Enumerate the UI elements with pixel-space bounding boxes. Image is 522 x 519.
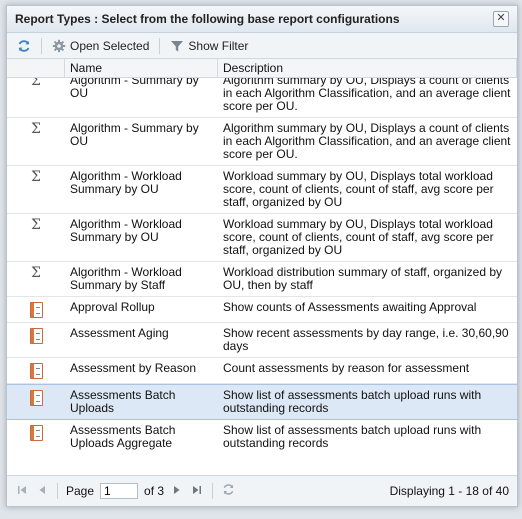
gear-icon — [52, 39, 66, 52]
row-description: Algorithm summary by OU, Displays a coun… — [223, 121, 511, 161]
toolbar: Open Selected Show Filter — [7, 33, 517, 59]
row-icon-cell — [7, 385, 65, 419]
row-name: Approval Rollup — [70, 300, 155, 314]
last-page-button[interactable] — [190, 484, 204, 498]
sigma-icon: Σ — [31, 265, 41, 281]
row-name: Algorithm - Workload Summary by OU — [70, 169, 182, 196]
table-row[interactable]: Σ Algorithm - Summary by OU Algorithm summ… — [7, 78, 517, 118]
table-row[interactable]: Assessments Batch Uploads Show list of as… — [7, 384, 517, 420]
report-icon — [29, 390, 43, 406]
last-page-icon — [193, 486, 202, 494]
row-description: Show counts of Assessments awaiting Appr… — [223, 300, 477, 314]
paging-toolbar: Page of 3 Displaying 1 - 18 of 40 — [7, 475, 517, 506]
dialog-titlebar[interactable]: Report Types : Select from the following… — [7, 6, 517, 33]
report-types-grid[interactable]: Σ Algorithm - Summary by OU Algorithm summ… — [7, 78, 517, 450]
row-icon-cell: Σ — [7, 262, 65, 296]
open-selected-button[interactable]: Open Selected — [48, 37, 153, 55]
report-icon — [29, 425, 43, 441]
table-row[interactable]: Σ Algorithm - Summary by OU Algorithm summ… — [7, 118, 517, 166]
row-icon-cell: Σ — [7, 118, 65, 165]
report-icon — [29, 302, 43, 318]
show-filter-label: Show Filter — [188, 38, 249, 53]
table-row[interactable]: Σ Algorithm - Workload Summary by Staff Wo… — [7, 262, 517, 297]
row-description: Workload summary by OU, Displays total w… — [223, 169, 494, 209]
row-name: Algorithm - Summary by OU — [70, 121, 199, 148]
report-icon — [29, 328, 43, 344]
table-row[interactable]: Assessment by Reason Count assessments by… — [7, 358, 517, 384]
open-selected-label: Open Selected — [70, 38, 150, 53]
column-header-icon[interactable] — [7, 59, 65, 77]
row-icon-cell: Σ — [7, 214, 65, 261]
toolbar-separator — [159, 37, 161, 54]
row-icon-cell: Σ — [7, 166, 65, 213]
refresh-icon — [18, 39, 30, 52]
report-icon — [29, 363, 43, 379]
row-icon-cell — [7, 420, 65, 450]
toolbar-separator — [41, 37, 42, 54]
sigma-icon: Σ — [31, 217, 41, 233]
displaying-count: Displaying 1 - 18 of 40 — [389, 484, 509, 498]
row-name: Algorithm - Workload Summary by Staff — [70, 265, 182, 292]
row-name: Algorithm - Summary by OU — [70, 78, 199, 100]
row-description: Workload distribution summary of staff, … — [223, 265, 503, 292]
paging-separator — [57, 483, 58, 499]
refresh-icon — [223, 484, 233, 495]
row-description: Show recent assessments by day range, i.… — [223, 326, 509, 353]
show-filter-button[interactable]: Show Filter — [166, 37, 252, 55]
sigma-icon: Σ — [31, 169, 41, 185]
row-description: Count assessments by reason for assessme… — [223, 361, 470, 375]
row-description: Show list of assessments batch upload ru… — [223, 388, 482, 415]
sigma-icon: Σ — [31, 78, 41, 89]
prev-page-button[interactable] — [35, 484, 49, 498]
row-icon-cell — [7, 323, 65, 357]
grid-rows: Σ Algorithm - Summary by OU Algorithm summ… — [7, 78, 517, 450]
prev-page-icon — [39, 486, 45, 494]
first-page-icon — [18, 486, 26, 494]
refresh-button[interactable] — [13, 37, 35, 55]
next-page-button[interactable] — [170, 484, 184, 498]
table-row[interactable]: Assessments Batch Uploads Aggregate Show … — [7, 420, 517, 450]
page-label: Page — [66, 484, 95, 498]
row-icon-cell — [7, 297, 65, 322]
table-row[interactable]: Assessment Aging Show recent assessments … — [7, 323, 517, 358]
dialog-title: Report Types : Select from the following… — [15, 12, 400, 26]
first-page-button[interactable] — [15, 484, 29, 498]
row-description: Show list of assessments batch upload ru… — [223, 423, 482, 450]
filter-icon — [171, 40, 184, 51]
row-name: Assessment by Reason — [70, 361, 197, 375]
row-icon-cell: Σ — [7, 78, 65, 117]
row-name: Assessments Batch Uploads Aggregate — [70, 423, 176, 450]
table-row[interactable]: Σ Algorithm - Workload Summary by OU Workl… — [7, 214, 517, 262]
row-name: Assessment Aging — [70, 326, 169, 340]
table-row[interactable]: Σ Algorithm - Workload Summary by OU Workl… — [7, 166, 517, 214]
refresh-grid-button[interactable] — [221, 483, 235, 499]
page-count-label: of 3 — [144, 484, 165, 498]
next-page-icon — [174, 486, 180, 494]
report-types-dialog: Report Types : Select from the following… — [6, 5, 518, 507]
column-header-description[interactable]: Description — [218, 59, 517, 77]
page-number-input[interactable] — [100, 483, 139, 499]
sigma-icon: Σ — [31, 121, 41, 137]
grid-header: Name Description — [7, 59, 517, 78]
row-description: Workload summary by OU, Displays total w… — [223, 217, 494, 257]
paging-separator — [212, 483, 214, 499]
row-icon-cell — [7, 358, 65, 383]
row-name: Assessments Batch Uploads — [70, 388, 176, 415]
column-header-name[interactable]: Name — [65, 59, 218, 77]
close-button[interactable]: ✕ — [493, 11, 509, 27]
row-description: Algorithm summary by OU, Displays a coun… — [223, 78, 511, 113]
table-row[interactable]: Approval Rollup Show counts of Assessment… — [7, 297, 517, 323]
row-name: Algorithm - Workload Summary by OU — [70, 217, 182, 244]
